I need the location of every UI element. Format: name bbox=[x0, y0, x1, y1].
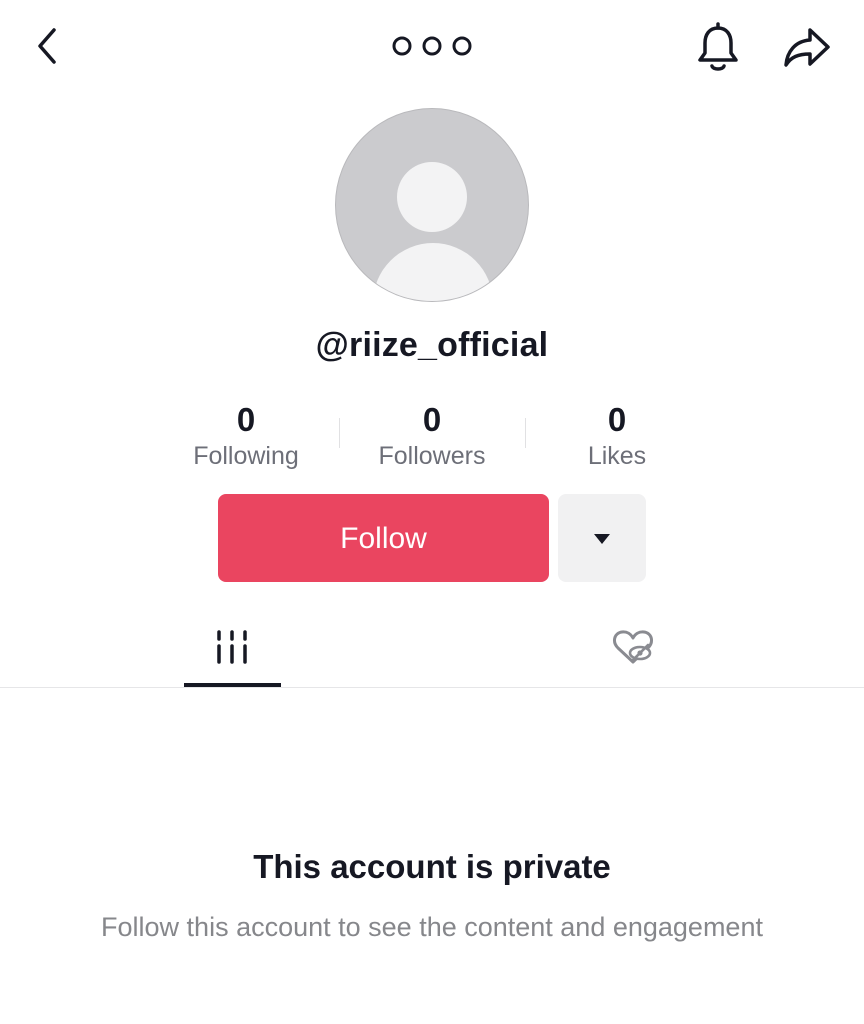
stat-followers[interactable]: 0 Followers bbox=[342, 400, 522, 472]
avatar[interactable] bbox=[335, 108, 529, 302]
stat-followers-value: 0 bbox=[422, 401, 442, 438]
stat-following-label: Following bbox=[193, 442, 299, 470]
chevron-left-icon bbox=[38, 28, 56, 64]
private-account-subtitle: Follow this account to see the content a… bbox=[101, 912, 763, 942]
tabs-divider bbox=[0, 687, 864, 688]
liked-hidden-icon bbox=[613, 630, 653, 664]
more-options-button[interactable] bbox=[390, 34, 474, 58]
stat-likes-value: 0 bbox=[607, 401, 627, 438]
stat-likes[interactable]: 0 Likes bbox=[527, 400, 707, 472]
suggested-accounts-button[interactable] bbox=[558, 494, 646, 582]
tab-liked[interactable] bbox=[610, 628, 656, 673]
default-avatar-icon bbox=[397, 162, 467, 232]
stat-following-value: 0 bbox=[236, 401, 256, 438]
default-avatar-body bbox=[373, 243, 493, 301]
share-button[interactable] bbox=[782, 26, 832, 70]
caret-down-icon bbox=[594, 534, 610, 544]
profile-page: @riize_official 0 Following 0 Followers … bbox=[0, 0, 864, 1024]
stat-divider bbox=[525, 418, 526, 448]
stat-followers-label: Followers bbox=[378, 442, 486, 470]
stat-following[interactable]: 0 Following bbox=[156, 400, 336, 472]
grid-icon bbox=[217, 630, 247, 664]
share-arrow-icon bbox=[784, 28, 830, 67]
stat-likes-label: Likes bbox=[587, 442, 647, 470]
tab-videos[interactable] bbox=[212, 628, 252, 671]
stat-divider bbox=[339, 418, 340, 448]
username: @riize_official bbox=[315, 326, 549, 364]
bell-icon bbox=[698, 22, 738, 71]
back-button[interactable] bbox=[30, 24, 64, 68]
three-dots-icon bbox=[392, 36, 472, 56]
notification-bell-button[interactable] bbox=[694, 22, 742, 74]
follow-button[interactable]: Follow bbox=[218, 494, 549, 582]
private-account-title: This account is private bbox=[253, 848, 611, 885]
